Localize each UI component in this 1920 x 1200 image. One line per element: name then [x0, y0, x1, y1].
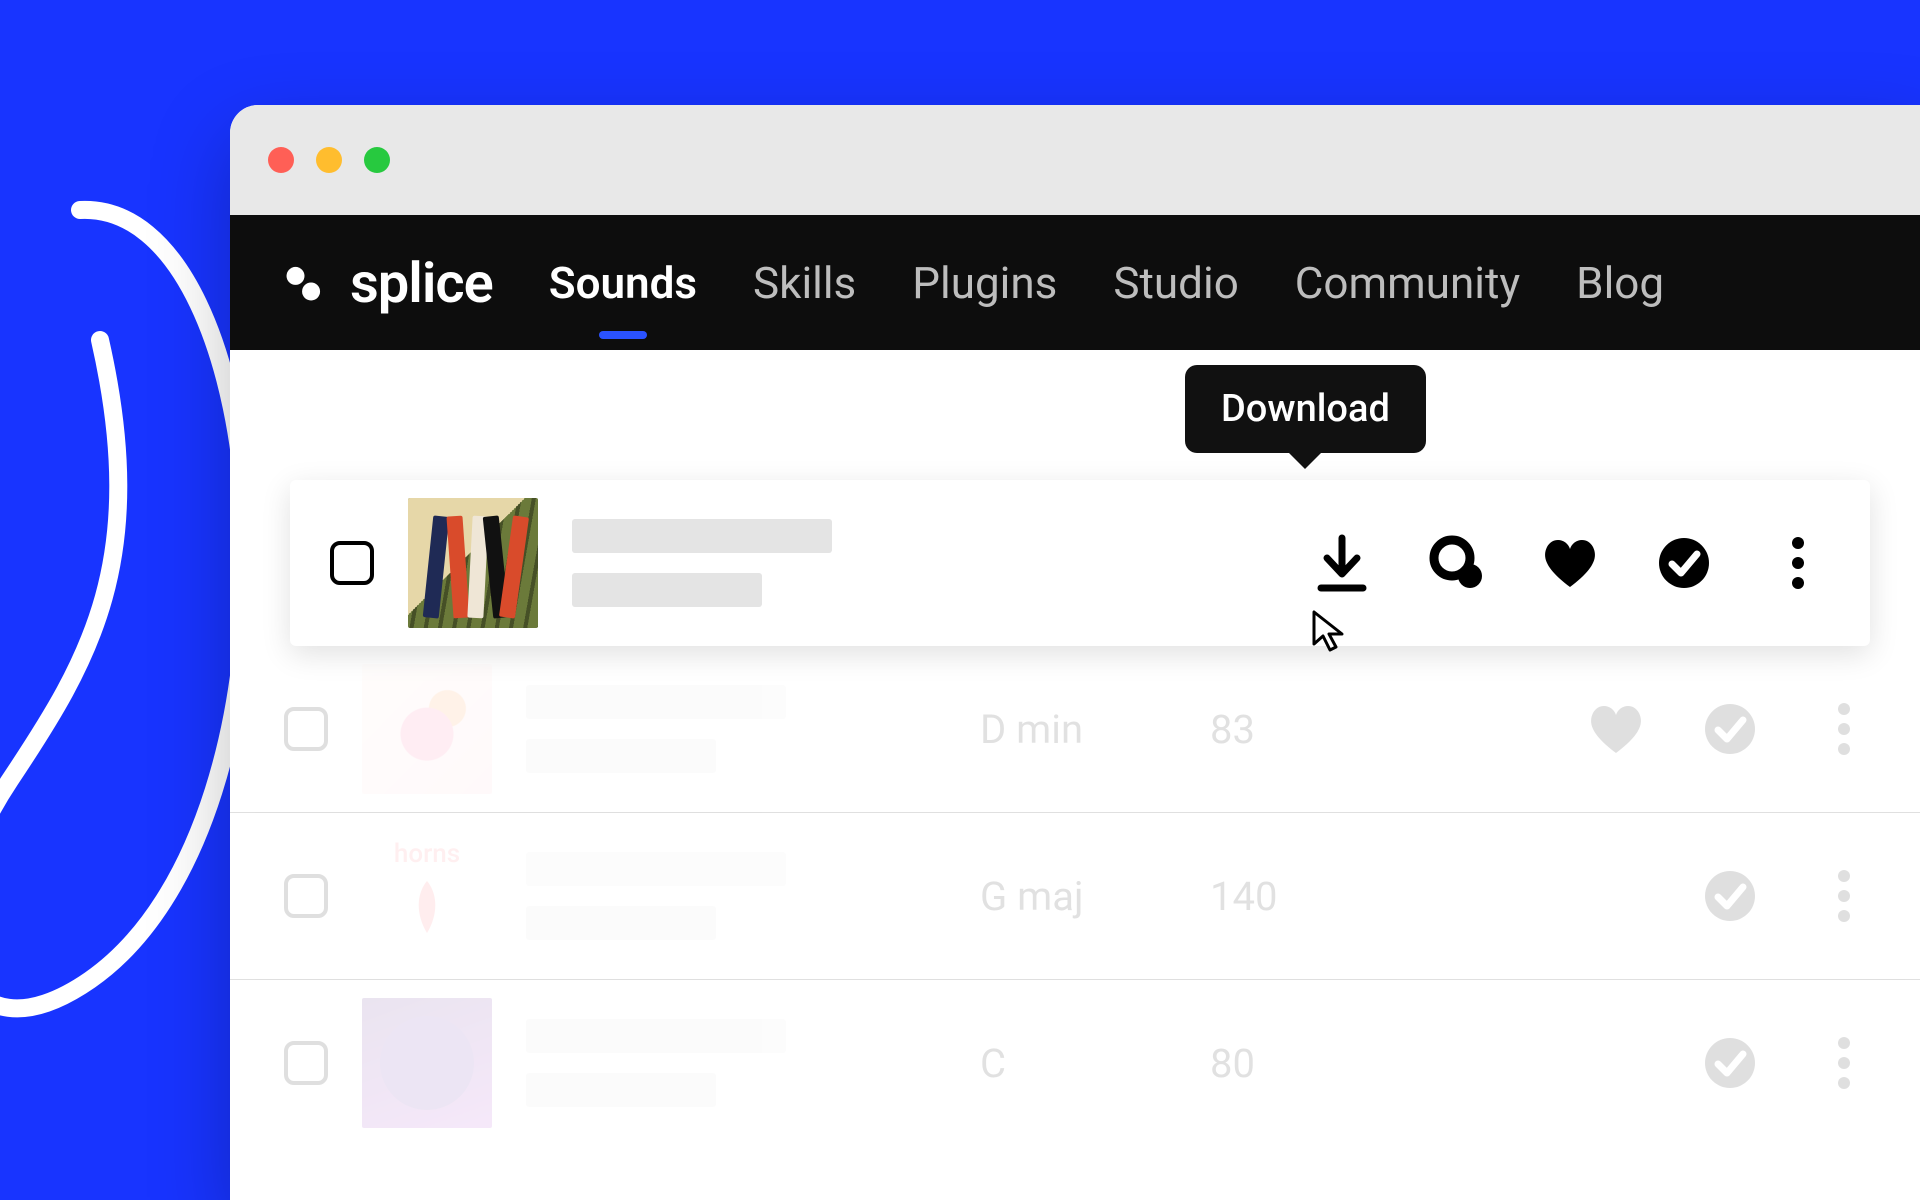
sample-bpm: 140 — [1210, 873, 1277, 920]
top-nav: splice Sounds Skills Plugins Studio Comm… — [230, 215, 1920, 350]
nav-plugins[interactable]: Plugins — [912, 257, 1057, 309]
similar-sounds-button[interactable] — [1424, 531, 1488, 595]
brand-text: splice — [350, 250, 493, 316]
check-circle-icon — [1703, 869, 1757, 923]
sound-row[interactable]: horns G maj 140 — [230, 813, 1920, 980]
sample-key: C — [980, 1040, 1120, 1087]
kebab-icon — [1837, 702, 1851, 756]
row-actions — [1310, 531, 1830, 595]
purchased-indicator[interactable] — [1698, 1031, 1762, 1095]
nav-sounds[interactable]: Sounds — [549, 257, 697, 309]
sound-row[interactable]: C 80 — [230, 980, 1920, 1146]
check-circle-icon — [1657, 536, 1711, 590]
content-area: Download — [230, 350, 1920, 1146]
row-actions — [1584, 697, 1876, 761]
sample-key: D min — [980, 706, 1120, 753]
sample-artwork[interactable] — [408, 498, 538, 628]
row-select-checkbox[interactable] — [284, 874, 328, 918]
more-menu-button[interactable] — [1766, 531, 1830, 595]
sample-title-placeholder — [526, 685, 946, 773]
kebab-icon — [1837, 869, 1851, 923]
sample-artwork[interactable] — [362, 664, 492, 794]
sound-row[interactable]: D min 83 — [230, 646, 1920, 813]
kebab-icon — [1791, 536, 1805, 590]
nav-blog[interactable]: Blog — [1576, 257, 1664, 309]
nav-studio[interactable]: Studio — [1113, 257, 1238, 309]
similar-sounds-icon — [1426, 534, 1486, 592]
row-select-checkbox[interactable] — [284, 707, 328, 751]
row-select-checkbox[interactable] — [284, 1041, 328, 1085]
sample-artwork[interactable]: horns — [362, 831, 492, 961]
purchased-indicator[interactable] — [1698, 864, 1762, 928]
sample-bpm: 83 — [1210, 706, 1255, 753]
like-button[interactable] — [1538, 531, 1602, 595]
sample-meta: G maj 140 — [980, 873, 1360, 920]
sample-key: G maj — [980, 873, 1120, 920]
sample-bpm: 80 — [1210, 1040, 1255, 1087]
window-titlebar — [230, 105, 1920, 215]
more-menu-button[interactable] — [1812, 1031, 1876, 1095]
window-minimize-button[interactable] — [316, 147, 342, 173]
more-menu-button[interactable] — [1812, 864, 1876, 928]
sample-meta: D min 83 — [980, 706, 1360, 753]
row-actions — [1698, 1031, 1876, 1095]
download-tooltip: Download — [1185, 365, 1426, 453]
nav-community[interactable]: Community — [1295, 257, 1520, 309]
nav-skills[interactable]: Skills — [753, 257, 856, 309]
check-circle-icon — [1703, 1036, 1757, 1090]
kebab-icon — [1837, 1036, 1851, 1090]
sample-title-placeholder — [526, 852, 946, 940]
row-actions — [1698, 864, 1876, 928]
sample-artwork[interactable] — [362, 998, 492, 1128]
window-close-button[interactable] — [268, 147, 294, 173]
more-menu-button[interactable] — [1812, 697, 1876, 761]
window-zoom-button[interactable] — [364, 147, 390, 173]
download-button[interactable] — [1310, 531, 1374, 595]
splice-logo-icon — [278, 257, 330, 309]
sample-title-placeholder — [526, 1019, 946, 1107]
purchased-indicator[interactable] — [1652, 531, 1716, 595]
artwork-label: horns — [394, 839, 460, 869]
heart-icon — [1541, 537, 1599, 589]
row-select-checkbox[interactable] — [330, 541, 374, 585]
check-circle-icon — [1703, 702, 1757, 756]
sample-title-placeholder — [572, 519, 992, 607]
sample-meta: C 80 — [980, 1040, 1360, 1087]
brand-logo[interactable]: splice — [278, 250, 493, 316]
app-window: splice Sounds Skills Plugins Studio Comm… — [230, 105, 1920, 1200]
download-icon — [1315, 534, 1369, 592]
like-button[interactable] — [1584, 697, 1648, 761]
sound-row[interactable] — [290, 480, 1870, 646]
purchased-indicator[interactable] — [1698, 697, 1762, 761]
heart-icon — [1587, 703, 1645, 755]
